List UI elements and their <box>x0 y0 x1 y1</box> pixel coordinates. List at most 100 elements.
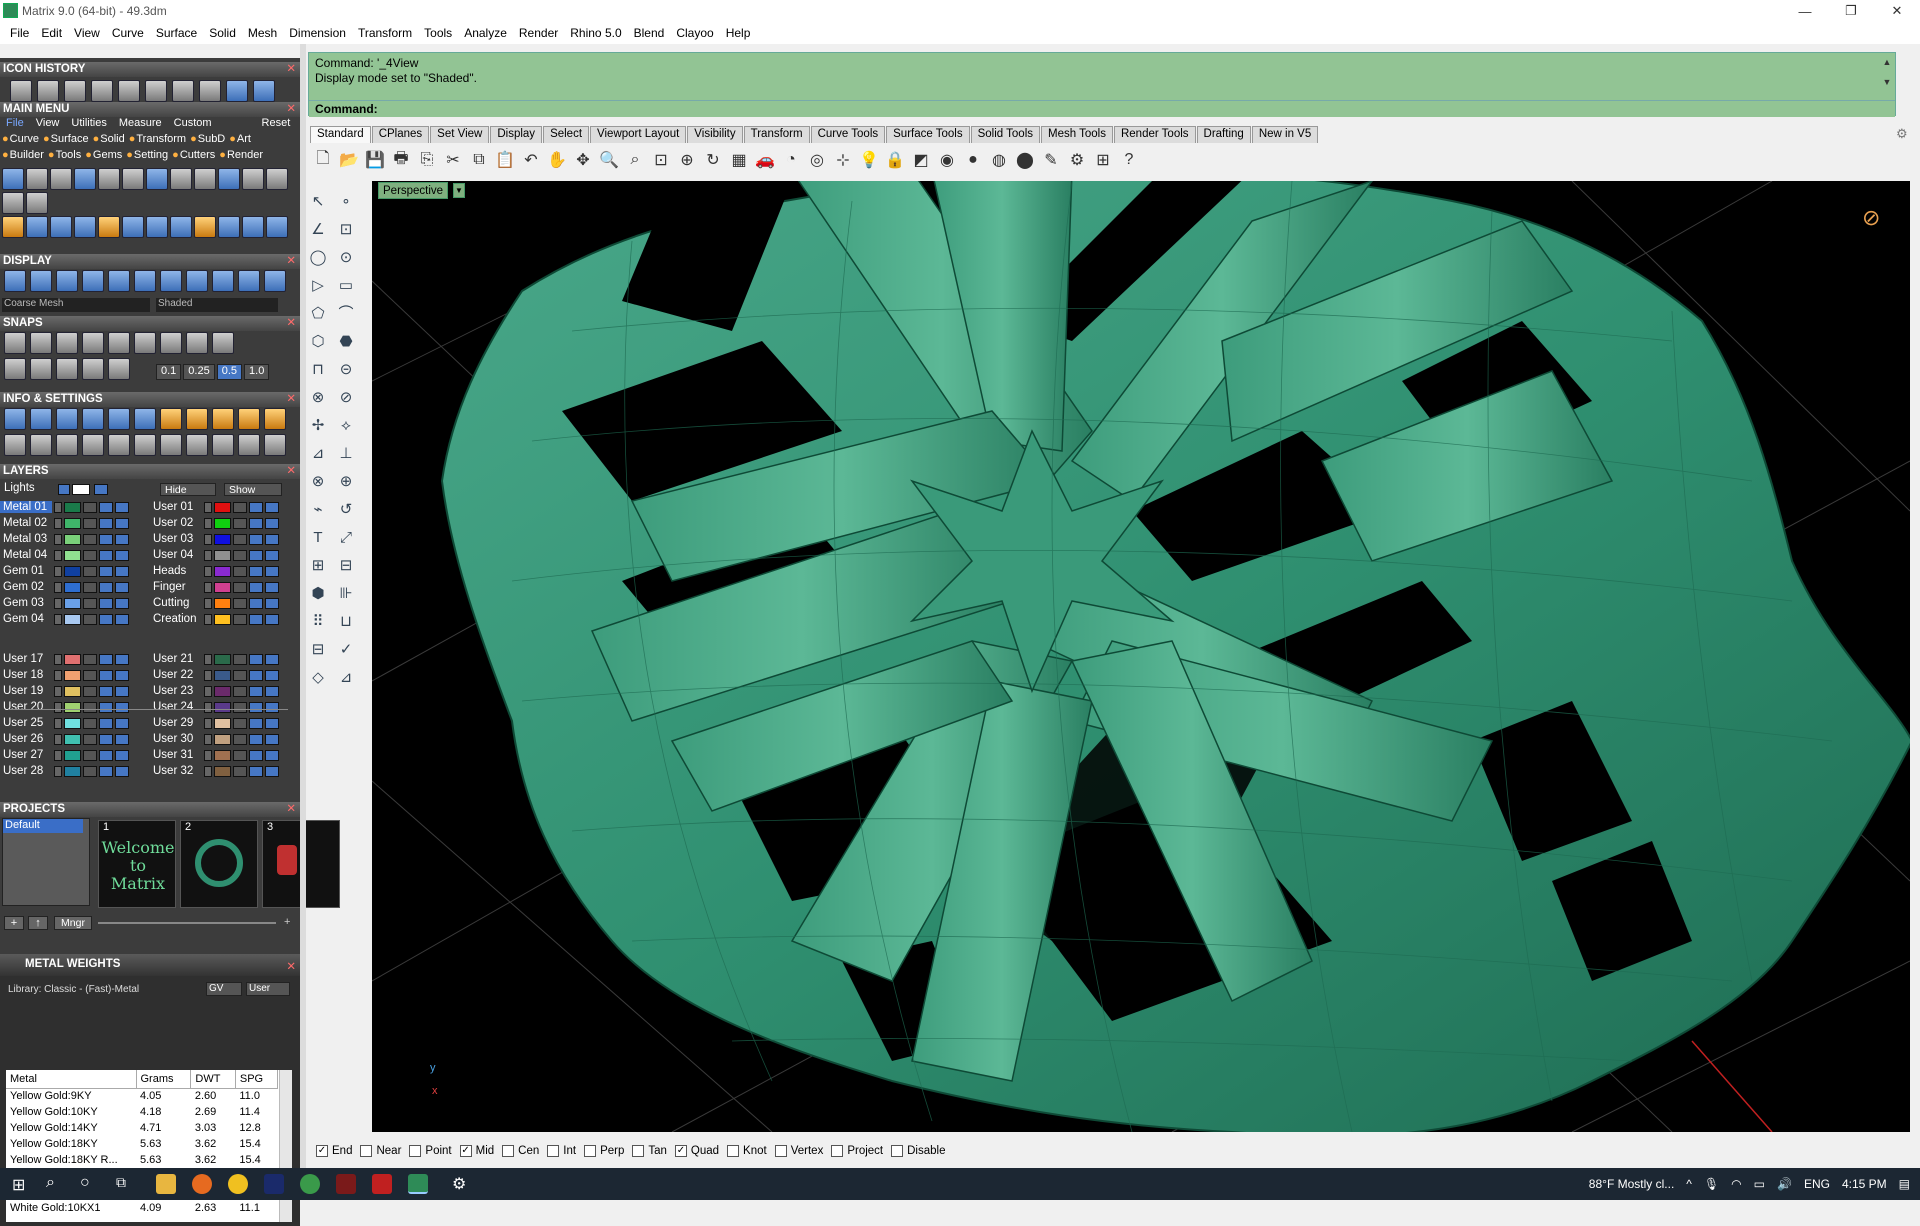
layer-name[interactable]: User 25 <box>0 717 52 729</box>
tool-button[interactable] <box>64 80 86 102</box>
lock-icon[interactable] <box>233 533 247 545</box>
layer-print-icon[interactable] <box>265 749 279 761</box>
tool-button[interactable] <box>145 80 167 102</box>
layer-visible-icon[interactable] <box>99 533 113 545</box>
menu-curve[interactable]: Curve <box>106 26 150 40</box>
layer-current-icon[interactable] <box>204 701 212 713</box>
layer-print-icon[interactable] <box>265 517 279 529</box>
layer-name[interactable]: User 20 <box>0 701 52 713</box>
tool-button[interactable] <box>212 408 234 430</box>
layer-row[interactable]: Gem 03 <box>0 596 129 610</box>
layer-visible-icon[interactable] <box>249 501 263 513</box>
notifications-icon[interactable]: ▤ <box>1899 1177 1910 1191</box>
osnap-knot[interactable]: Knot <box>727 1145 767 1157</box>
tab-visibility[interactable]: Visibility <box>687 126 743 143</box>
layer-name[interactable]: Gem 04 <box>0 613 52 625</box>
checkbox-icon[interactable] <box>831 1145 844 1157</box>
car-icon[interactable]: 🚗 <box>752 147 778 173</box>
menu-file[interactable]: File <box>4 26 35 40</box>
menu-tools[interactable]: Tools <box>418 26 458 40</box>
tool-button[interactable] <box>56 332 78 354</box>
table-row[interactable]: Yellow Gold:18KY 5.63 3.62 15.4 <box>6 1136 278 1152</box>
osnap-near[interactable]: Near <box>360 1145 401 1157</box>
vertical-tool-icon[interactable]: T <box>306 526 330 550</box>
lock-icon[interactable] <box>83 653 97 665</box>
zoom-icon[interactable]: 🔍 <box>596 147 622 173</box>
layer-current-icon[interactable] <box>204 653 212 665</box>
pan-icon[interactable]: ✋ <box>544 147 570 173</box>
clock[interactable]: 4:15 PM <box>1842 1177 1887 1191</box>
layer-print-icon[interactable] <box>115 549 129 561</box>
layer-name[interactable]: User 03 <box>150 533 202 545</box>
lock-icon[interactable] <box>83 765 97 777</box>
vertical-tool-icon[interactable]: ⊕ <box>334 470 358 494</box>
osnap-int[interactable]: Int <box>547 1145 576 1157</box>
light-icon[interactable]: 💡 <box>856 147 882 173</box>
tool-button[interactable] <box>212 270 234 292</box>
main-menu-item-file[interactable]: File <box>0 117 30 131</box>
lock-icon[interactable] <box>233 765 247 777</box>
menu-dimension[interactable]: Dimension <box>283 26 352 40</box>
layer-current-icon[interactable] <box>54 685 62 697</box>
layer-color-swatch[interactable] <box>214 733 231 745</box>
layer-name[interactable]: Metal 04 <box>0 549 52 561</box>
lock-icon[interactable] <box>233 549 247 561</box>
close-icon[interactable]: ✕ <box>286 62 296 77</box>
osnap-project[interactable]: Project <box>831 1145 883 1157</box>
layer-name[interactable]: User 32 <box>150 765 202 777</box>
menu-render[interactable]: Render <box>513 26 564 40</box>
tool-button[interactable] <box>30 434 52 456</box>
layer-current-icon[interactable] <box>204 549 212 561</box>
tool-button[interactable] <box>264 270 286 292</box>
shaded-icon[interactable]: ◍ <box>986 147 1012 173</box>
tool-button[interactable] <box>134 408 156 430</box>
layer-current-icon[interactable] <box>54 733 62 745</box>
layer-name[interactable]: User 04 <box>150 549 202 561</box>
osnap-mid[interactable]: ✓ Mid <box>459 1145 494 1157</box>
layer-row[interactable]: User 30 <box>150 732 279 746</box>
layer-print-icon[interactable] <box>115 501 129 513</box>
layer-print-icon[interactable] <box>265 685 279 697</box>
layer-print-icon[interactable] <box>265 549 279 561</box>
tab-select[interactable]: Select <box>543 126 590 143</box>
lock-icon[interactable] <box>83 733 97 745</box>
layer-print-icon[interactable] <box>115 613 129 625</box>
layer-visible-icon[interactable] <box>99 685 113 697</box>
tool-button[interactable] <box>108 332 130 354</box>
layer-visible-icon[interactable] <box>99 565 113 577</box>
lock-icon[interactable] <box>83 501 97 513</box>
checkbox-icon[interactable]: ✓ <box>316 1145 328 1157</box>
paste-icon[interactable]: 📋 <box>492 147 518 173</box>
lock-icon[interactable] <box>83 597 97 609</box>
main-menu-item-custom[interactable]: Custom <box>168 117 218 131</box>
lock-icon[interactable] <box>233 613 247 625</box>
vertical-tool-icon[interactable]: ⊡ <box>334 218 358 242</box>
lock-icon[interactable] <box>233 669 247 681</box>
tool-button[interactable] <box>50 168 72 190</box>
tool-button[interactable] <box>186 434 208 456</box>
vertical-tool-icon[interactable]: ⬡ <box>306 330 330 354</box>
lights-lock[interactable] <box>94 484 108 495</box>
layer-print-icon[interactable] <box>265 653 279 665</box>
tool-button[interactable] <box>98 216 120 238</box>
layer-name[interactable]: Gem 03 <box>0 597 52 609</box>
layer-name[interactable]: Metal 01 <box>0 501 52 513</box>
layer-row[interactable]: Metal 02 <box>0 516 129 530</box>
menu-solid[interactable]: Solid <box>203 26 242 40</box>
vertical-tool-icon[interactable]: ⊞ <box>306 554 330 578</box>
layer-name[interactable]: Creation <box>150 613 202 625</box>
arc-icon[interactable]: ◔ <box>778 147 804 173</box>
main-menu-item-utilities[interactable]: Utilities <box>65 117 112 131</box>
tool-button[interactable] <box>50 216 72 238</box>
layer-current-icon[interactable] <box>204 765 212 777</box>
lock-icon[interactable] <box>83 717 97 729</box>
vertical-tool-icon[interactable]: ⊘ <box>334 386 358 410</box>
layer-visible-icon[interactable] <box>249 669 263 681</box>
layer-color-swatch[interactable] <box>214 597 231 609</box>
zoom-selected-icon[interactable]: ⊕ <box>674 147 700 173</box>
vertical-tool-icon[interactable]: ⌒ <box>334 302 358 326</box>
manager-button[interactable]: Mngr <box>54 916 92 930</box>
osnap-tan[interactable]: Tan <box>632 1145 667 1157</box>
layer-color-swatch[interactable] <box>64 669 81 681</box>
search-icon[interactable]: ⌕ <box>46 1174 55 1192</box>
